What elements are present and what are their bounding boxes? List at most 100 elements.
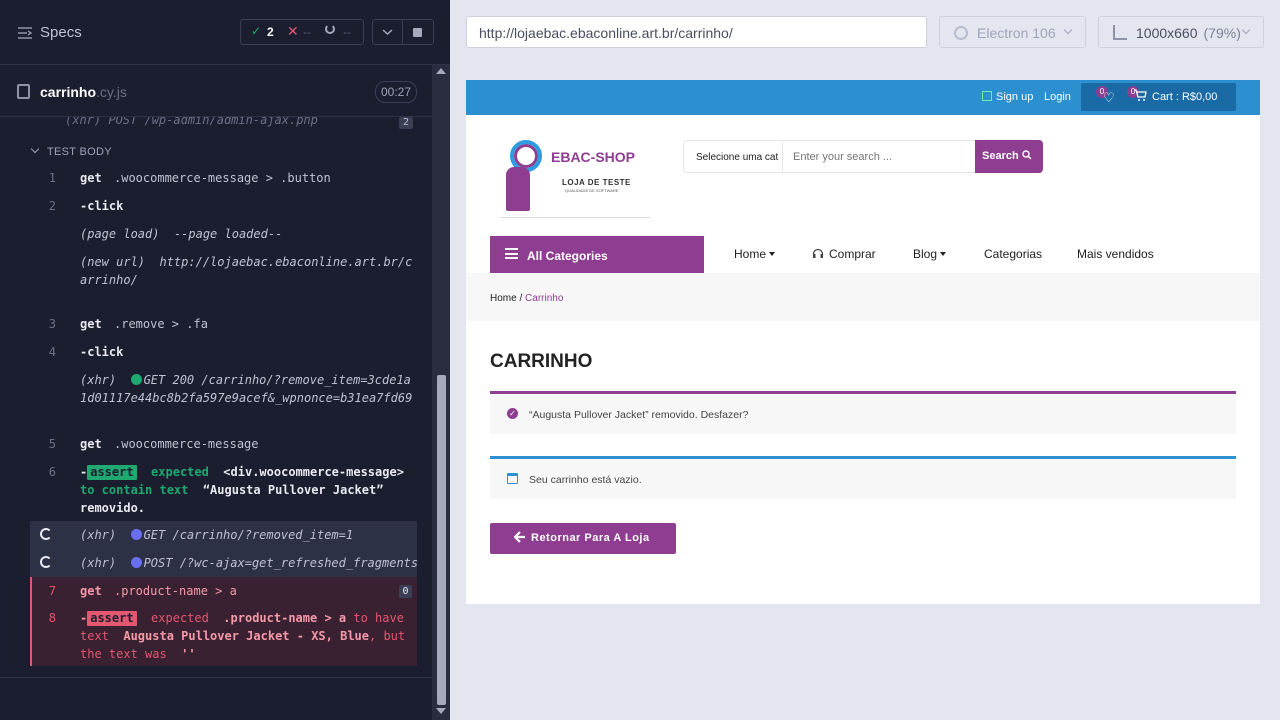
all-categories-button[interactable]: All Categories — [490, 236, 704, 273]
runner-footer — [0, 677, 432, 720]
return-button-label: Retornar Para A Loja — [531, 532, 650, 544]
search-bar: Selecione uma cat Search — [683, 140, 1043, 173]
search-button-label: Search — [982, 150, 1019, 162]
command-name: -click — [80, 345, 124, 359]
command-log: (xhr) POST /wp-admin/admin-ajax.php 2 TE… — [0, 117, 432, 677]
nav-item-home[interactable]: Home — [734, 247, 776, 261]
specs-list-icon[interactable] — [17, 25, 33, 41]
command-event: (page load) — [80, 227, 160, 241]
command-row-pending[interactable]: (xhr) POST /?wc-ajax=get_refreshed_fragm… — [30, 549, 419, 577]
count-badge: 2 — [399, 117, 413, 129]
command-number: 4 — [48, 345, 56, 359]
browser-name: Electron 106 — [977, 25, 1056, 41]
viewport-size: 1000x660 — [1136, 25, 1198, 41]
command-row[interactable]: 2 -click — [30, 197, 417, 219]
viewport-select[interactable]: 1000x660 (79%) — [1098, 16, 1264, 48]
command-message: GET 200 /carrinho/?remove_item=3cde1a1d0… — [80, 373, 413, 405]
assert-actual: '' — [181, 647, 196, 661]
command-row-partial[interactable]: (xhr) POST /wp-admin/admin-ajax.php 2 — [30, 117, 417, 131]
test-body-header[interactable]: TEST BODY — [30, 141, 417, 163]
search-button[interactable]: Search — [975, 140, 1043, 173]
breadcrumb: Home / Carrinho — [490, 293, 564, 304]
scrollbar-thumb[interactable] — [437, 375, 446, 705]
file-icon — [17, 84, 30, 99]
nav-item-categorias[interactable]: Categorias — [984, 247, 1042, 261]
command-row-pending[interactable]: (xhr) GET /carrinho/?removed_item=1 — [30, 521, 417, 549]
ruler-icon — [1113, 25, 1127, 40]
site-logo[interactable]: EBAC-SHOP LOJA DE TESTE QUALIDADE DE SOF… — [500, 137, 650, 221]
command-number: 5 — [48, 437, 56, 451]
login-link[interactable]: Login — [1044, 91, 1071, 103]
url-bar[interactable]: http://lojaebac.ebaconline.art.br/carrin… — [466, 16, 927, 48]
command-number: 1 — [48, 171, 56, 185]
chevron-down-button[interactable] — [372, 19, 403, 45]
loading-spinner-icon — [40, 556, 52, 568]
heart-icon[interactable]: ♡ — [1103, 90, 1115, 106]
cart-total[interactable]: Cart : R$0,00 — [1152, 91, 1217, 103]
browser-select[interactable]: Electron 106 — [939, 16, 1086, 48]
check-circle-icon: ✓ — [507, 408, 518, 419]
signup-link[interactable]: Sign up — [982, 91, 1033, 103]
failed-count: -- — [303, 25, 311, 39]
notice-message-text[interactable]: “Augusta Pullover Jacket” removido. Desf… — [529, 409, 748, 421]
search-category-select[interactable]: Selecione uma cat — [696, 152, 778, 163]
scroll-down-arrow-icon[interactable] — [436, 708, 446, 714]
specs-title[interactable]: Specs — [40, 24, 82, 41]
xhr-dot-icon — [130, 557, 142, 568]
caret-down-icon — [940, 252, 947, 256]
woocommerce-info: Seu carrinho está vazio. — [490, 456, 1236, 499]
pending-count: -- — [343, 25, 351, 39]
assert-badge: assert — [87, 611, 137, 626]
command-number: 8 — [48, 611, 56, 625]
signup-label: Sign up — [996, 91, 1034, 103]
command-message: .woocommerce-message — [114, 437, 259, 451]
command-row[interactable]: (page load) --page loaded-- — [30, 225, 417, 247]
site-topbar: Sign up Login 0 ♡ 0 Cart : R$0,00 — [466, 80, 1260, 115]
main-nav: All Categories Home Comprar Blog Categor… — [490, 236, 1260, 273]
command-message: POST /?wc-ajax=get_refreshed_fragments — [143, 556, 419, 570]
electron-icon — [954, 26, 968, 40]
cart-box[interactable]: 0 ♡ 0 Cart : R$0,00 — [1081, 83, 1236, 111]
nav-label: Comprar — [829, 247, 876, 261]
assert-row[interactable]: 6 - assert expected <div.woocommerce-mess… — [30, 463, 417, 519]
command-name: -click — [80, 199, 124, 213]
logo-subtitle: LOJA DE TESTE — [562, 178, 631, 187]
x-icon: ✕ — [287, 23, 299, 39]
command-row[interactable]: 5 get .woocommerce-message — [30, 435, 417, 457]
spec-file-name[interactable]: carrinho.cy.js — [40, 84, 127, 100]
command-row-failed[interactable]: 7 get .product-name > a 0 — [30, 577, 417, 605]
xhr-dot-icon — [130, 374, 142, 385]
scroll-up-arrow-icon[interactable] — [436, 68, 446, 74]
cart-icon[interactable] — [1133, 89, 1147, 102]
command-row[interactable]: (new url) http://lojaebac.ebaconline.art… — [30, 253, 417, 309]
command-row[interactable]: (xhr) GET 200 /carrinho/?remove_item=3cd… — [30, 371, 417, 427]
nav-item-comprar[interactable]: Comprar — [812, 247, 876, 261]
logo-subtitle-small: QUALIDADE DE SOFTWARE — [565, 188, 619, 193]
command-message: --page loaded-- — [173, 227, 283, 241]
command-row[interactable]: 1 get .woocommerce-message > .button — [30, 169, 417, 191]
command-number: 3 — [48, 317, 56, 331]
run-duration: 00:27 — [375, 81, 417, 103]
count-badge: 0 — [399, 585, 412, 598]
spec-file-ext: .cy.js — [96, 84, 127, 100]
nav-label: Blog — [913, 247, 938, 261]
woocommerce-message: ✓ “Augusta Pullover Jacket” removido. De… — [490, 391, 1236, 434]
nav-label: Home — [734, 247, 767, 261]
test-body-label: TEST BODY — [47, 146, 112, 158]
nav-item-mais-vendidos[interactable]: Mais vendidos — [1077, 247, 1154, 261]
specs-header: Specs ✓ 2 ✕ -- -- — [0, 0, 450, 65]
return-to-shop-button[interactable]: Retornar Para A Loja — [490, 523, 676, 554]
assert-row-failed[interactable]: 8 - assert expected .product-name > a to … — [30, 605, 417, 666]
command-row[interactable]: 4 -click — [30, 343, 417, 365]
arrow-left-icon — [514, 531, 525, 543]
nav-item-blog[interactable]: Blog — [913, 247, 947, 261]
breadcrumb-home[interactable]: Home — [490, 293, 517, 304]
loading-spinner-icon — [40, 528, 52, 540]
search-input[interactable] — [782, 142, 972, 172]
stop-button[interactable] — [403, 19, 434, 45]
all-categories-label: All Categories — [527, 249, 608, 263]
stop-icon — [413, 28, 422, 37]
breadcrumb-band: Home / Carrinho — [466, 273, 1260, 321]
command-row[interactable]: 3 get .remove > .fa — [30, 315, 417, 337]
calendar-icon — [507, 473, 518, 484]
